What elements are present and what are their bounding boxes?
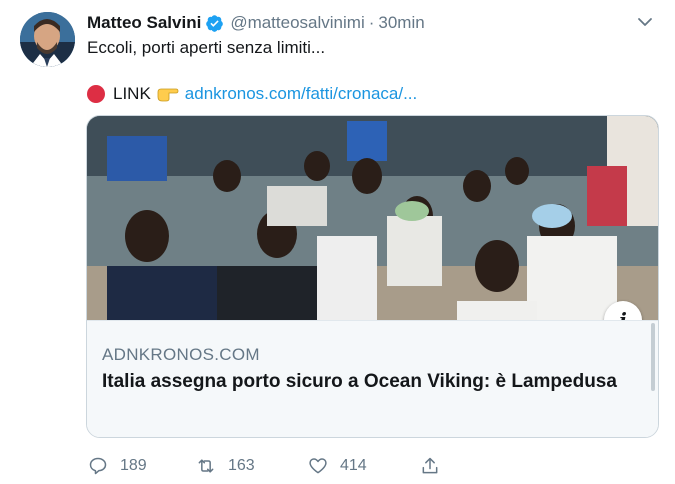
avatar[interactable] <box>20 12 75 67</box>
reply-icon <box>89 457 107 475</box>
tweet-link-line: LINK adnkronos.com/fatti/cronaca/... <box>87 84 417 104</box>
scrollbar[interactable] <box>651 323 655 391</box>
tweet-timestamp[interactable]: 30min <box>378 13 424 33</box>
retweet-icon <box>198 459 214 473</box>
reply-count: 189 <box>120 457 147 474</box>
reply-button[interactable]: 189 <box>88 455 147 477</box>
author-name[interactable]: Matteo Salvini <box>87 13 201 33</box>
share-button[interactable] <box>420 455 452 477</box>
card-image <box>87 116 658 320</box>
verified-badge-icon <box>206 14 224 32</box>
tweet-actions: 189 163 414 <box>88 455 648 477</box>
card-body: ADNKRONOS.COM Italia assegna porto sicur… <box>87 320 658 437</box>
separator-dot: · <box>368 13 375 32</box>
pointing-hand-icon <box>157 88 179 102</box>
link-card[interactable]: i ADNKRONOS.COM Italia assegna porto sic… <box>86 115 659 438</box>
tweet[interactable]: Matteo Salvini @matteosalvinimi · 30min … <box>0 0 675 484</box>
red-circle-icon <box>87 85 105 103</box>
tweet-text: Eccoli, porti aperti senza limiti... <box>87 38 326 57</box>
avatar-image <box>20 12 75 67</box>
chevron-down-icon[interactable] <box>637 14 653 30</box>
link-label: LINK <box>113 84 151 103</box>
card-title: Italia assegna porto sicuro a Ocean Viki… <box>102 371 617 392</box>
author-handle[interactable]: @matteosalvinimi <box>230 13 364 33</box>
tweet-link[interactable]: adnkronos.com/fatti/cronaca/... <box>185 84 417 104</box>
card-domain: ADNKRONOS.COM <box>102 345 260 364</box>
heart-icon <box>309 458 327 474</box>
like-count: 414 <box>340 457 367 474</box>
retweet-button[interactable]: 163 <box>196 455 255 477</box>
tweet-header: Matteo Salvini @matteosalvinimi · 30min <box>87 12 425 34</box>
share-icon <box>422 457 438 474</box>
like-button[interactable]: 414 <box>308 455 367 477</box>
retweet-count: 163 <box>228 457 255 474</box>
